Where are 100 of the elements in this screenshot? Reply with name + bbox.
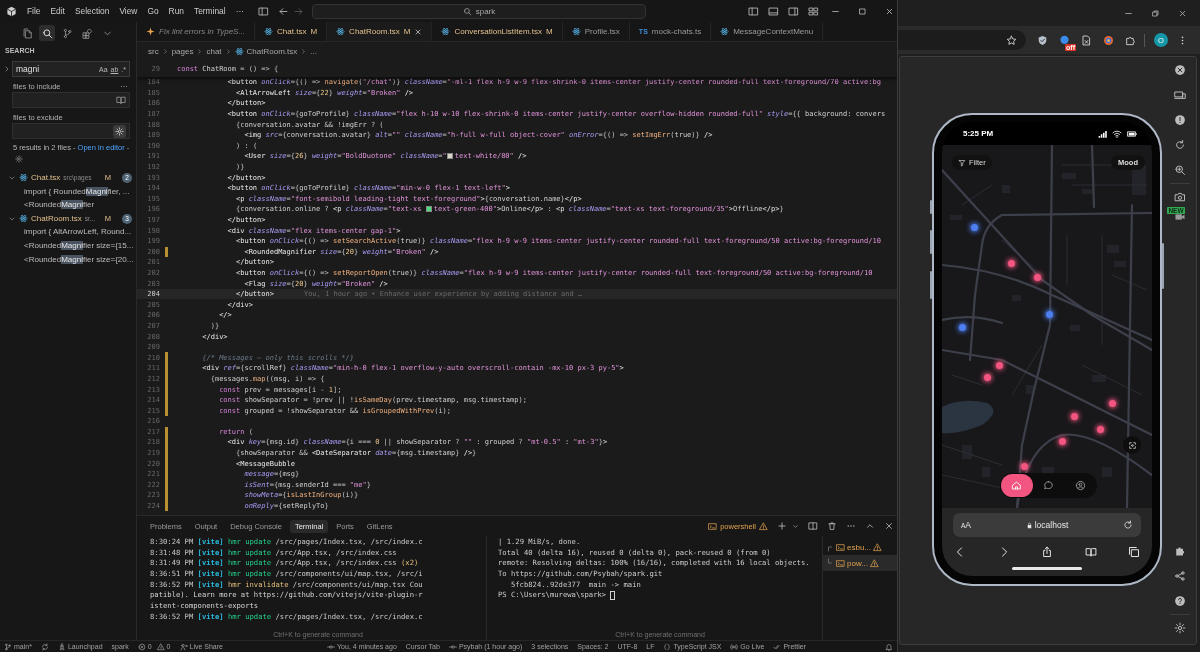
map-pin-icon[interactable]: [970, 223, 978, 231]
alert-icon[interactable]: [1174, 114, 1186, 126]
rotate-icon[interactable]: [1174, 139, 1186, 151]
menu-item[interactable]: File: [22, 5, 46, 17]
color-ring-icon[interactable]: [1103, 34, 1114, 46]
atom-icon: [441, 27, 451, 36]
panel-layout-icon[interactable]: [768, 5, 779, 17]
map-pin-icon[interactable]: [1096, 425, 1104, 433]
chat-bubble-icon[interactable]: [1043, 480, 1054, 491]
map-pin-icon[interactable]: [1045, 310, 1053, 318]
puzzle-icon[interactable]: [1125, 34, 1136, 46]
breadcrumb-item[interactable]: ChatRoom.tsx: [246, 47, 298, 56]
close-icon[interactable]: [414, 27, 423, 36]
share-icon[interactable]: [1174, 570, 1186, 582]
search-icon[interactable]: [39, 25, 55, 41]
editor-tab[interactable]: Profile.tsx: [562, 22, 630, 41]
text-cursor-icon: [610, 591, 616, 601]
color-swatch-icon[interactable]: [425, 206, 432, 213]
menu-item[interactable]: Edit: [45, 5, 70, 17]
gear-icon[interactable]: [1174, 622, 1186, 634]
book-icon[interactable]: [116, 95, 126, 105]
chevron-right-icon[interactable]: [3, 65, 11, 73]
puzzle-icon[interactable]: [1174, 545, 1186, 557]
sidebar-layout-icon[interactable]: [788, 5, 799, 17]
menu-item[interactable]: ···: [230, 5, 249, 17]
camera-icon[interactable]: [1174, 191, 1186, 203]
close-icon[interactable]: [1174, 64, 1186, 76]
maximize-icon[interactable]: [858, 6, 867, 16]
files-icon[interactable]: [21, 27, 33, 39]
chevron-down-icon[interactable]: [792, 522, 799, 530]
match-line[interactable]: <RoundedMagnifier size={15...: [24, 240, 134, 250]
breadcrumb-item[interactable]: chat: [206, 47, 222, 56]
bookmark-star-icon[interactable]: [1006, 34, 1017, 46]
sync-icon[interactable]: [40, 642, 49, 651]
terminal-icon: [836, 558, 845, 568]
menu-item[interactable]: Selection: [69, 5, 115, 17]
breadcrumb-item[interactable]: src: [148, 47, 159, 56]
menu-item[interactable]: View: [114, 5, 143, 17]
terminal-list-item[interactable]: pow...: [823, 555, 897, 571]
close-icon[interactable]: [885, 6, 894, 16]
menu-item[interactable]: Go: [142, 5, 164, 17]
bell-icon[interactable]: [885, 642, 893, 651]
extensions-icon[interactable]: [81, 27, 93, 39]
match-line[interactable]: <RoundedMagnifier size={20...: [24, 254, 134, 264]
zoom-icon[interactable]: [1174, 164, 1186, 176]
devices-icon[interactable]: [1174, 89, 1186, 101]
match-line[interactable]: import { AltArrowLeft, Round...: [24, 227, 132, 237]
more-options-button[interactable]: ···: [120, 81, 128, 91]
house-icon[interactable]: [1001, 474, 1033, 497]
map-pin-icon[interactable]: [1008, 260, 1016, 268]
map-pin-icon[interactable]: [1070, 412, 1078, 420]
tabs-icon[interactable]: [1128, 546, 1140, 558]
address-field[interactable]: AA localhost: [953, 513, 1141, 537]
branch-icon[interactable]: [61, 27, 73, 39]
match-line[interactable]: import { RoundedMagnifier, ...: [24, 186, 130, 196]
editor-tab[interactable]: MessageContextMenu: [711, 22, 824, 41]
sidebar-layout-icon[interactable]: [748, 5, 759, 17]
close-icon[interactable]: [1178, 8, 1187, 18]
shield-icon[interactable]: [1037, 34, 1048, 46]
close-icon[interactable]: [884, 521, 894, 531]
video-camera-icon[interactable]: [1174, 211, 1186, 223]
menu-item[interactable]: Terminal: [188, 5, 231, 17]
editor-tab[interactable]: ConversationListItem.tsx M: [432, 22, 563, 41]
file-name[interactable]: ChatRoom.tsx: [31, 214, 82, 224]
book-icon[interactable]: [1084, 546, 1097, 558]
sidebar-toggle-icon[interactable]: [258, 5, 269, 17]
breadcrumb-item[interactable]: pages: [171, 47, 194, 56]
file-name[interactable]: Chat.tsx: [31, 173, 61, 183]
grid-layout-icon[interactable]: [808, 5, 819, 17]
map-pin-icon[interactable]: [958, 323, 966, 331]
text-size-button[interactable]: AA: [961, 520, 971, 530]
split-icon[interactable]: [808, 521, 818, 531]
menu-item[interactable]: Run: [163, 5, 189, 17]
map-pin-icon[interactable]: [995, 361, 1003, 369]
map-pin-icon[interactable]: [1020, 463, 1028, 471]
reload-icon[interactable]: [1123, 520, 1133, 530]
warning-icon: [759, 521, 768, 531]
chevron-up-icon[interactable]: [865, 521, 875, 531]
trash-icon[interactable]: [827, 521, 837, 531]
match-line[interactable]: <RoundedMagnifier: [24, 200, 95, 210]
color-swatch-icon[interactable]: [446, 153, 453, 160]
map-pin-icon[interactable]: [1033, 273, 1041, 281]
include-field[interactable]: [12, 92, 130, 108]
back-arrow-icon[interactable]: [278, 5, 289, 17]
document-icon[interactable]: [1081, 34, 1092, 46]
editor-tab[interactable]: ChatRoom.tsx M: [327, 22, 433, 41]
help-icon[interactable]: [1174, 595, 1186, 607]
restore-icon[interactable]: [1151, 8, 1160, 18]
extension-icon[interactable]: [1059, 34, 1070, 46]
map-pin-icon[interactable]: [1058, 437, 1066, 445]
exclude-field[interactable]: [12, 123, 130, 139]
editor-tab[interactable]: Fix lint errors in TypeS...: [137, 22, 256, 41]
terminal-list-item[interactable]: esbu...: [823, 539, 897, 555]
map-pin-icon[interactable]: [983, 374, 991, 382]
breadcrumb-item[interactable]: ...: [310, 47, 317, 56]
gear-icon[interactable]: [113, 124, 126, 138]
command-search-field[interactable]: spark: [312, 3, 646, 19]
share-icon[interactable]: [1041, 546, 1053, 558]
plus-icon[interactable]: [777, 521, 787, 531]
map-pin-icon[interactable]: [1108, 399, 1116, 407]
